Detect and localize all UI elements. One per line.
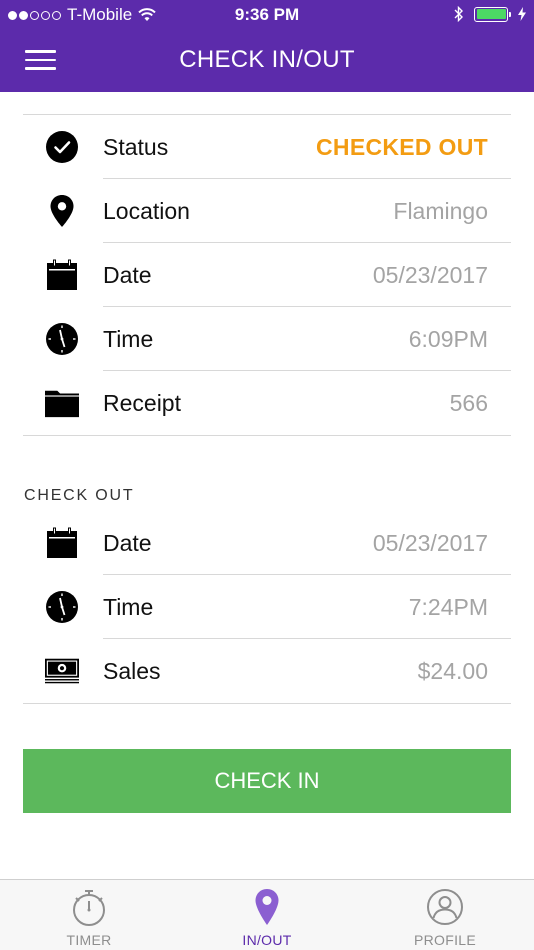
location-label: Location [103, 198, 190, 224]
cash-icon [45, 654, 79, 688]
status-label: Status [103, 134, 169, 160]
charging-bolt-icon [518, 7, 526, 21]
check-out-date-row[interactable]: Date 05/23/2017 [23, 511, 511, 575]
time-label: Time [103, 326, 154, 352]
check-out-time-row[interactable]: Time 7:24PM [23, 575, 511, 639]
check-in-button[interactable]: CHECK IN [23, 749, 511, 813]
status-value: CHECKED OUT [316, 134, 488, 160]
checkmark-circle-icon [45, 130, 79, 164]
status-bar: T-Mobile 9:36 PM [0, 0, 534, 30]
battery-icon [474, 6, 511, 22]
app-header: T-Mobile 9:36 PM CHECK IN/OUT [0, 0, 534, 92]
tab-in-out-label: IN/OUT [242, 932, 292, 948]
folder-icon [45, 386, 79, 420]
date-label: Date [103, 530, 152, 556]
receipt-label: Receipt [103, 390, 181, 416]
check-in-time-row[interactable]: Time 6:09PM [23, 307, 511, 371]
tab-in-out[interactable]: IN/OUT [178, 880, 356, 950]
bluetooth-icon [454, 6, 463, 22]
location-value: Flamingo [393, 198, 488, 224]
tab-profile-label: PROFILE [413, 932, 476, 948]
check-out-section-title: CHECK OUT [24, 487, 135, 504]
clock-icon [45, 322, 79, 356]
sales-row[interactable]: Sales $24.00 [23, 639, 511, 703]
status-bar-right [454, 6, 526, 22]
stopwatch-icon [73, 890, 105, 926]
sales-label: Sales [103, 658, 161, 684]
location-pin-icon [255, 889, 279, 925]
date-label: Date [103, 262, 152, 288]
user-profile-icon [427, 889, 463, 925]
check-in-details: Status CHECKED OUT Location Flamingo Dat… [23, 114, 511, 436]
calendar-icon [45, 526, 79, 560]
clock-icon [45, 590, 79, 624]
calendar-icon [45, 258, 79, 292]
date-value: 05/23/2017 [372, 530, 488, 556]
receipt-row[interactable]: Receipt 566 [23, 371, 511, 435]
navigation-bar: CHECK IN/OUT [0, 30, 534, 92]
receipt-value: 566 [449, 390, 488, 416]
time-value: 6:09PM [408, 326, 488, 352]
page-title: CHECK IN/OUT [179, 46, 355, 73]
check-in-date-row[interactable]: Date 05/23/2017 [23, 243, 511, 307]
date-value: 05/23/2017 [372, 262, 488, 288]
tab-bar: TIMER IN/OUT PROFILE [0, 879, 534, 950]
time-value: 7:24PM [408, 594, 488, 620]
time-label: Time [103, 594, 154, 620]
location-pin-icon [45, 194, 79, 228]
tab-timer[interactable]: TIMER [0, 880, 178, 950]
location-row[interactable]: Location Flamingo [23, 179, 511, 243]
tab-timer-label: TIMER [66, 932, 112, 948]
status-row: Status CHECKED OUT [23, 115, 511, 179]
sales-value: $24.00 [417, 658, 488, 684]
check-out-details: Date 05/23/2017 Time 7:24PM Sales $24.00 [23, 511, 511, 704]
tab-profile[interactable]: PROFILE [356, 880, 534, 950]
